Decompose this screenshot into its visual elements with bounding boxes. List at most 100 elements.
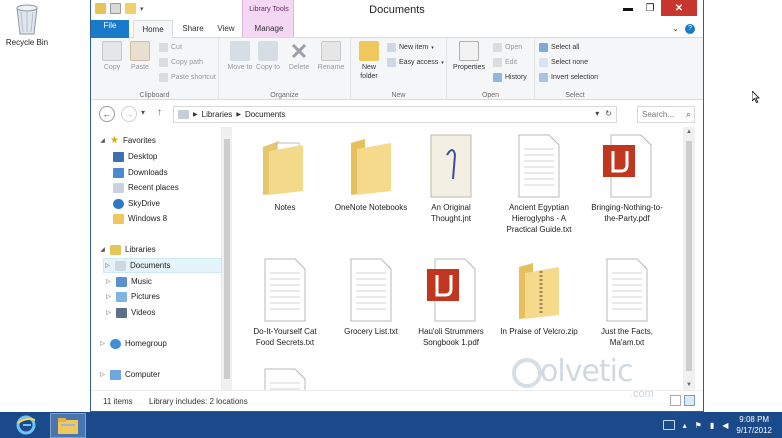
tab-share[interactable]: Share (175, 20, 211, 38)
file-item[interactable]: OneNote Notebooks (332, 133, 410, 213)
file-item[interactable]: In Praise of Velcro.zip (500, 257, 578, 337)
help-icon[interactable]: ? (685, 24, 695, 34)
cut-button[interactable]: Cut (159, 42, 182, 53)
tree-recent-places[interactable]: Recent places (113, 180, 179, 195)
text-file-icon (601, 257, 653, 323)
title-bar[interactable]: ▾ Library Tools Documents ▬ ❐ ✕ (91, 0, 703, 38)
open-button[interactable]: Open (493, 42, 522, 53)
file-item[interactable]: Just the Facts, Ma'am.txt (588, 257, 666, 348)
expand-arrow-icon[interactable]: ◢ (99, 246, 106, 253)
documents-icon (115, 260, 126, 271)
new-folder-button[interactable]: New folder (355, 41, 383, 81)
paste-shortcut-button[interactable]: Paste shortcut (159, 72, 216, 83)
desktop-icon (113, 151, 124, 162)
tree-windows8[interactable]: Windows 8 (113, 211, 167, 226)
breadcrumb-separator-icon: ▶ (236, 112, 241, 118)
address-dropdown-icon[interactable]: ▾ (595, 109, 599, 118)
file-item[interactable]: Notes (246, 133, 324, 213)
collapse-arrow-icon[interactable]: ▷ (105, 309, 112, 316)
file-explorer-taskbar-icon[interactable] (50, 413, 86, 438)
address-bar[interactable]: ▶ Libraries ▶ Documents ▾ ↻ (173, 106, 617, 123)
collapse-arrow-icon[interactable]: ▷ (99, 371, 106, 378)
libraries-icon (110, 244, 121, 255)
expand-arrow-icon[interactable]: ◢ (99, 137, 106, 144)
tree-favorites[interactable]: ◢ ★ Favorites (99, 133, 156, 148)
flag-icon[interactable]: ⚑ (695, 421, 702, 430)
text-file-icon (345, 257, 397, 323)
network-icon[interactable]: ▮ (710, 421, 714, 430)
tree-documents[interactable]: ▷ Documents (103, 258, 222, 273)
properties-button[interactable]: Properties (449, 41, 489, 72)
copy-button[interactable]: Copy (99, 41, 125, 72)
tree-libraries[interactable]: ◢ Libraries (99, 242, 156, 257)
nav-pane-scroll-thumb[interactable] (224, 139, 230, 379)
minimize-button[interactable]: ▬ (617, 0, 639, 16)
rename-button[interactable]: Rename (315, 41, 347, 72)
easy-access-button[interactable]: Easy access ▾ (387, 57, 444, 68)
search-input[interactable]: Search... ⌕ (637, 106, 695, 123)
collapse-arrow-icon[interactable]: ▷ (105, 293, 112, 300)
tree-homegroup[interactable]: ▷ Homegroup (99, 336, 167, 351)
tray-arrow-icon[interactable]: ▴ (683, 421, 687, 430)
tree-desktop[interactable]: Desktop (113, 149, 157, 164)
maximize-button[interactable]: ❐ (639, 0, 661, 16)
up-button[interactable]: ↑ (157, 107, 162, 118)
libraries-icon (178, 110, 189, 119)
tree-downloads[interactable]: Downloads (113, 165, 168, 180)
recent-places-icon (113, 182, 124, 193)
paste-button[interactable]: Paste (127, 41, 153, 72)
tab-manage[interactable]: Manage (244, 20, 294, 38)
back-button[interactable]: ← (99, 106, 115, 122)
tab-file[interactable]: File (91, 20, 129, 38)
file-list-scrollbar[interactable]: ▲ ▼ (683, 127, 695, 390)
collapse-arrow-icon[interactable]: ▷ (104, 262, 111, 269)
breadcrumb-libraries[interactable]: Libraries (202, 110, 233, 119)
organize-group-name: Organize (270, 92, 299, 99)
scroll-down-icon[interactable]: ▼ (683, 382, 695, 388)
refresh-icon[interactable]: ↻ (605, 109, 612, 118)
new-item-button[interactable]: New item ▾ (387, 42, 434, 53)
select-all-button[interactable]: Select all (539, 42, 579, 53)
tab-view[interactable]: View (211, 20, 241, 38)
scroll-up-icon[interactable]: ▲ (683, 129, 695, 135)
forward-button[interactable]: → (121, 106, 137, 122)
file-item[interactable]: Ancient Egyptian Hieroglyphs - A Practic… (500, 133, 578, 235)
collapse-arrow-icon[interactable]: ▷ (99, 340, 106, 347)
favorites-star-icon: ★ (110, 135, 119, 146)
delete-button[interactable]: Delete (285, 41, 313, 72)
copy-path-button[interactable]: Copy path (159, 57, 203, 68)
file-item[interactable] (246, 367, 324, 390)
easy-access-icon (387, 58, 396, 67)
keyboard-icon[interactable] (662, 420, 675, 430)
file-item[interactable]: Do-It-Yourself Cat Food Secrets.txt (246, 257, 324, 348)
file-list-scroll-thumb[interactable] (686, 141, 692, 371)
history-button[interactable]: History (493, 72, 527, 83)
tree-videos[interactable]: ▷ Videos (105, 305, 155, 320)
clock[interactable]: 9:08 PM 9/17/2012 (736, 414, 772, 436)
internet-explorer-icon[interactable] (12, 414, 40, 436)
copy-path-label: Copy path (171, 59, 203, 66)
copy-to-button[interactable]: Copy to (255, 41, 281, 72)
edit-button[interactable]: Edit (493, 57, 517, 68)
close-button[interactable]: ✕ (661, 0, 697, 16)
expand-ribbon-icon[interactable]: ⌄ (672, 24, 679, 34)
file-item[interactable]: An Original Thought.jnt (412, 133, 490, 224)
breadcrumb-documents[interactable]: Documents (245, 110, 285, 119)
volume-icon[interactable]: ◀ (722, 421, 728, 430)
tree-music[interactable]: ▷ Music (105, 274, 152, 289)
file-item[interactable]: Bringing-Nothing-to-the-Party.pdf (588, 133, 666, 224)
tree-computer[interactable]: ▷ Computer (99, 367, 160, 382)
invert-selection-button[interactable]: Invert selection (539, 72, 598, 83)
nav-pane-scrollbar[interactable] (222, 127, 232, 390)
recent-locations-icon[interactable]: ▾ (141, 108, 145, 117)
tree-skydrive[interactable]: SkyDrive (113, 196, 160, 211)
large-icons-view-icon[interactable] (684, 395, 695, 406)
recycle-bin[interactable]: Recycle Bin (4, 2, 50, 47)
move-to-button[interactable]: Move to (227, 41, 253, 72)
tree-pictures[interactable]: ▷ Pictures (105, 289, 160, 304)
file-item[interactable]: Grocery List.txt (332, 257, 410, 337)
file-item[interactable]: Hau'oli Strummers Songbook 1.pdf (412, 257, 490, 348)
select-none-button[interactable]: Select none (539, 57, 588, 68)
collapse-arrow-icon[interactable]: ▷ (105, 278, 112, 285)
tab-home[interactable]: Home (133, 20, 173, 39)
